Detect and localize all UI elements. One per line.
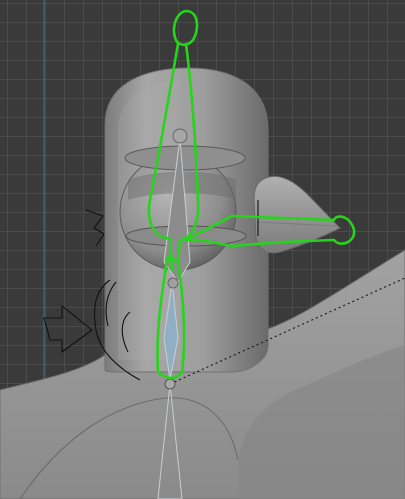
annotation-zigzag bbox=[85, 209, 105, 247]
annotation-arrow bbox=[43, 305, 93, 353]
eyelid-top bbox=[124, 145, 246, 171]
viewport-scene[interactable] bbox=[0, 0, 405, 499]
bone-head-tip[interactable] bbox=[172, 128, 188, 144]
bone-root-joint[interactable] bbox=[164, 378, 176, 390]
bone-neck-joint[interactable] bbox=[167, 277, 179, 289]
3d-viewport[interactable] bbox=[0, 0, 405, 499]
